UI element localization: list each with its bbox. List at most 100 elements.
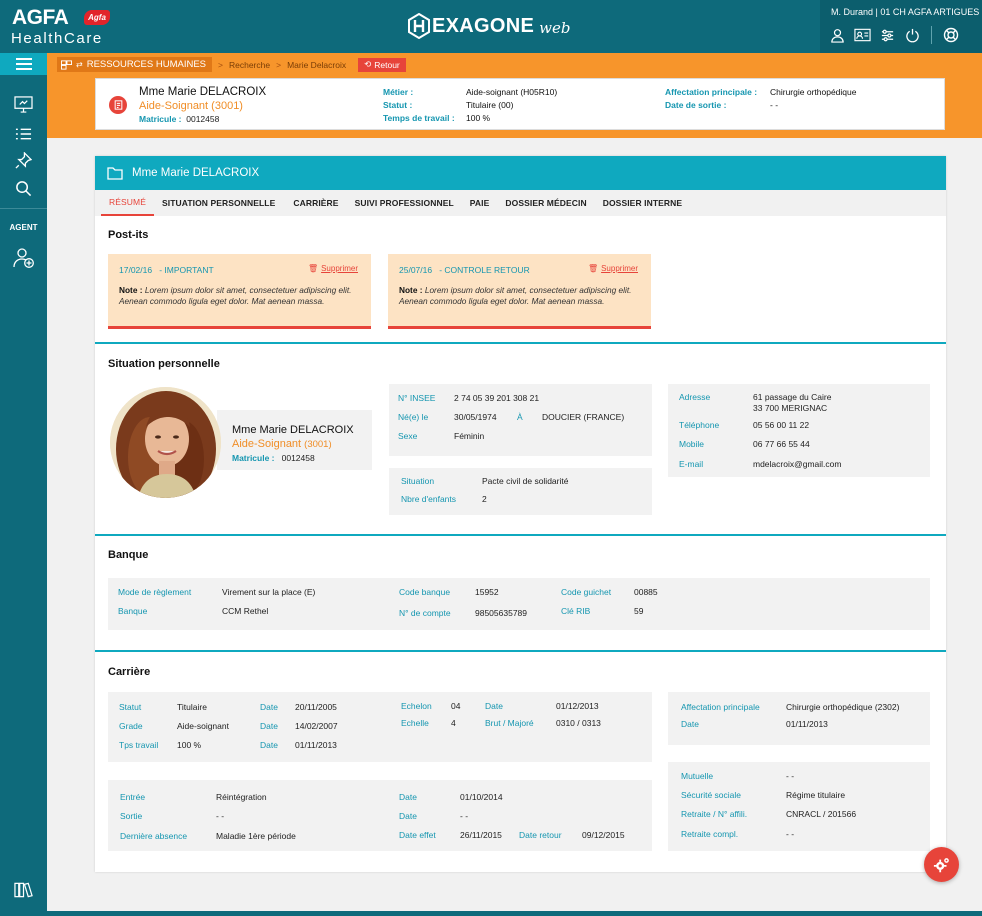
list-icon[interactable] [0, 123, 47, 145]
back-button[interactable]: ⟲ Retour [358, 57, 406, 72]
mutuelle-label-text: Mutuelle [681, 771, 714, 781]
career-statut-date: 20/11/2005 [295, 702, 337, 712]
identity-name: Mme Marie DELACROIX [232, 424, 354, 436]
c-statut-label: Statut [119, 702, 142, 712]
card-title: Mme Marie DELACROIX [132, 167, 260, 179]
breadcrumb-section[interactable]: ⇄ RESSOURCES HUMAINES [57, 57, 213, 72]
agent-summary-card: Mme Marie DELACROIX Aide-Soignant (3001)… [95, 78, 945, 130]
identity-role-label: Aide-Soignant [232, 438, 302, 450]
echelon-date-label: Date [485, 701, 503, 711]
agent-photo [110, 387, 221, 498]
absence-label: Dernière absence [120, 831, 187, 841]
tab-resume[interactable]: RÉSUMÉ [101, 190, 154, 216]
matricule-value: 0012458 [186, 114, 220, 124]
search-icon[interactable] [0, 177, 47, 199]
brut-majore-value: 0310 / 0313 [556, 718, 601, 728]
rib-label: Clé RIB [561, 606, 591, 616]
aff-label: Affectation principale [681, 702, 760, 712]
tab-suivi-professionnel[interactable]: SUIVI PROFESSIONNEL [347, 190, 462, 216]
career-statut-label: Statut [119, 702, 141, 712]
agent-file-icon [109, 96, 127, 114]
tab-paie[interactable]: PAIE [462, 190, 498, 216]
date-retour-value: 09/12/2015 [582, 830, 625, 840]
tab-carriere[interactable]: CARRIÈRE [285, 190, 346, 216]
add-agent-icon[interactable] [0, 245, 47, 271]
compl-label: Retraite compl. [681, 829, 739, 839]
sortie-label: Sortie [120, 811, 142, 821]
code-banque-label: Code banque [399, 587, 451, 597]
mobile-label: Mobile [679, 439, 704, 449]
help-lifebuoy-icon[interactable] [942, 27, 959, 44]
sortie-value: - - [216, 811, 225, 821]
tab-dossier-interne[interactable]: DOSSIER INTERNE [595, 190, 690, 216]
agent-detail-card: Mme Marie DELACROIX RÉSUMÉ SITUATION PER… [95, 156, 946, 872]
tab-situation-personnelle[interactable]: SITUATION PERSONNELLE [154, 190, 283, 216]
note-text: Lorem ipsum dolor sit amet, consectetuer… [399, 285, 632, 306]
date-label: Date [260, 740, 278, 750]
date-label: Date [260, 702, 278, 712]
pin-icon[interactable] [0, 149, 47, 171]
tab-dossier-medecin[interactable]: DOSSIER MÉDECIN [497, 190, 594, 216]
sidebar-agent-label: AGENT [9, 223, 38, 232]
dashboard-monitor-icon[interactable] [0, 93, 47, 115]
agfa-logo[interactable]: AGFA Agfa HealthCare [0, 0, 120, 53]
postit-delete-button[interactable]: 🗑 Supprimer [308, 264, 358, 273]
children-value: 2 [482, 494, 487, 504]
email-value: mdelacroix@gmail.com [753, 459, 842, 469]
mutuelle-value: - - [786, 771, 795, 781]
mobile-value: 06 77 66 55 44 [753, 439, 810, 449]
identity-matricule-value: 0012458 [281, 453, 315, 463]
account-value: 98505635789 [475, 608, 528, 618]
breadcrumb-item-recherche[interactable]: Recherche [229, 60, 270, 70]
agent-role: Aide-Soignant (3001) [139, 100, 243, 112]
section-divider [95, 650, 946, 652]
address-line-2: 33 700 MERIGNAC [753, 402, 828, 413]
birth-place-value: DOUCIER (FRANCE) [542, 412, 625, 422]
matricule-label: Matricule : [139, 114, 182, 124]
delete-label: Supprimer [321, 264, 358, 273]
career-grade-label: Grade [119, 721, 143, 731]
insee-value: 2 74 05 39 201 308 21 [454, 393, 540, 403]
date-label: Date [485, 701, 503, 711]
tel-label: Téléphone [679, 420, 720, 430]
postit-tag: - IMPORTANT [159, 265, 214, 275]
secu-label: Sécurité sociale [681, 790, 741, 800]
user-profile-icon[interactable] [829, 27, 846, 44]
a-label: À [517, 412, 523, 422]
power-icon[interactable] [904, 27, 921, 44]
hexagone-logo[interactable]: EXAGONE web [408, 12, 570, 40]
birth-date-label: Né(e) le [398, 412, 428, 422]
hexagon-h-icon [408, 13, 430, 39]
mode-label: Mode de règlement [118, 587, 192, 597]
settings-sliders-icon[interactable] [879, 27, 896, 44]
carriere-title: Carrière [108, 666, 151, 678]
breadcrumb: ⇄ RESSOURCES HUMAINES > Recherche > Mari… [57, 57, 406, 72]
identity-role: Aide-Soignant (3001) [232, 438, 332, 450]
career-affectation-date-label: Date [681, 719, 699, 729]
library-books-icon[interactable] [0, 879, 47, 901]
card-header: Mme Marie DELACROIX [95, 156, 946, 190]
address-value: 61 passage du Caire 33 700 MERIGNAC [753, 392, 831, 413]
breadcrumb-separator: > [276, 59, 282, 70]
absence-label-text: Dernière absence [120, 831, 188, 841]
postit-delete-button[interactable]: 🗑 Supprimer [588, 264, 638, 273]
settings-fab[interactable] [924, 847, 959, 882]
bank-code-value: 15952 [475, 587, 499, 597]
identity-matricule: Matricule : 0012458 [232, 453, 315, 463]
tab-bar: RÉSUMÉ SITUATION PERSONNELLE CARRIÈRE SU… [95, 190, 946, 216]
phone-value: 05 56 00 11 22 [753, 420, 810, 430]
secu-label-text: Sécurité sociale [681, 790, 742, 800]
tps-label: Tps travail [119, 740, 159, 750]
breadcrumb-separator: > [218, 59, 223, 70]
bottom-bar [47, 911, 982, 916]
email-label: E-mail [679, 459, 703, 469]
menu-hamburger-icon[interactable] [0, 53, 47, 75]
bank-name-value: CCM Rethel [222, 606, 269, 616]
id-card-icon[interactable] [854, 27, 871, 44]
bank-box [108, 578, 930, 630]
date-label: Date [399, 811, 417, 821]
branch-code-label: Code guichet [561, 587, 611, 597]
mutuelle-label: Mutuelle [681, 771, 713, 781]
sortie-label: Date de sortie : [665, 100, 727, 110]
career-movements-box [108, 780, 652, 851]
